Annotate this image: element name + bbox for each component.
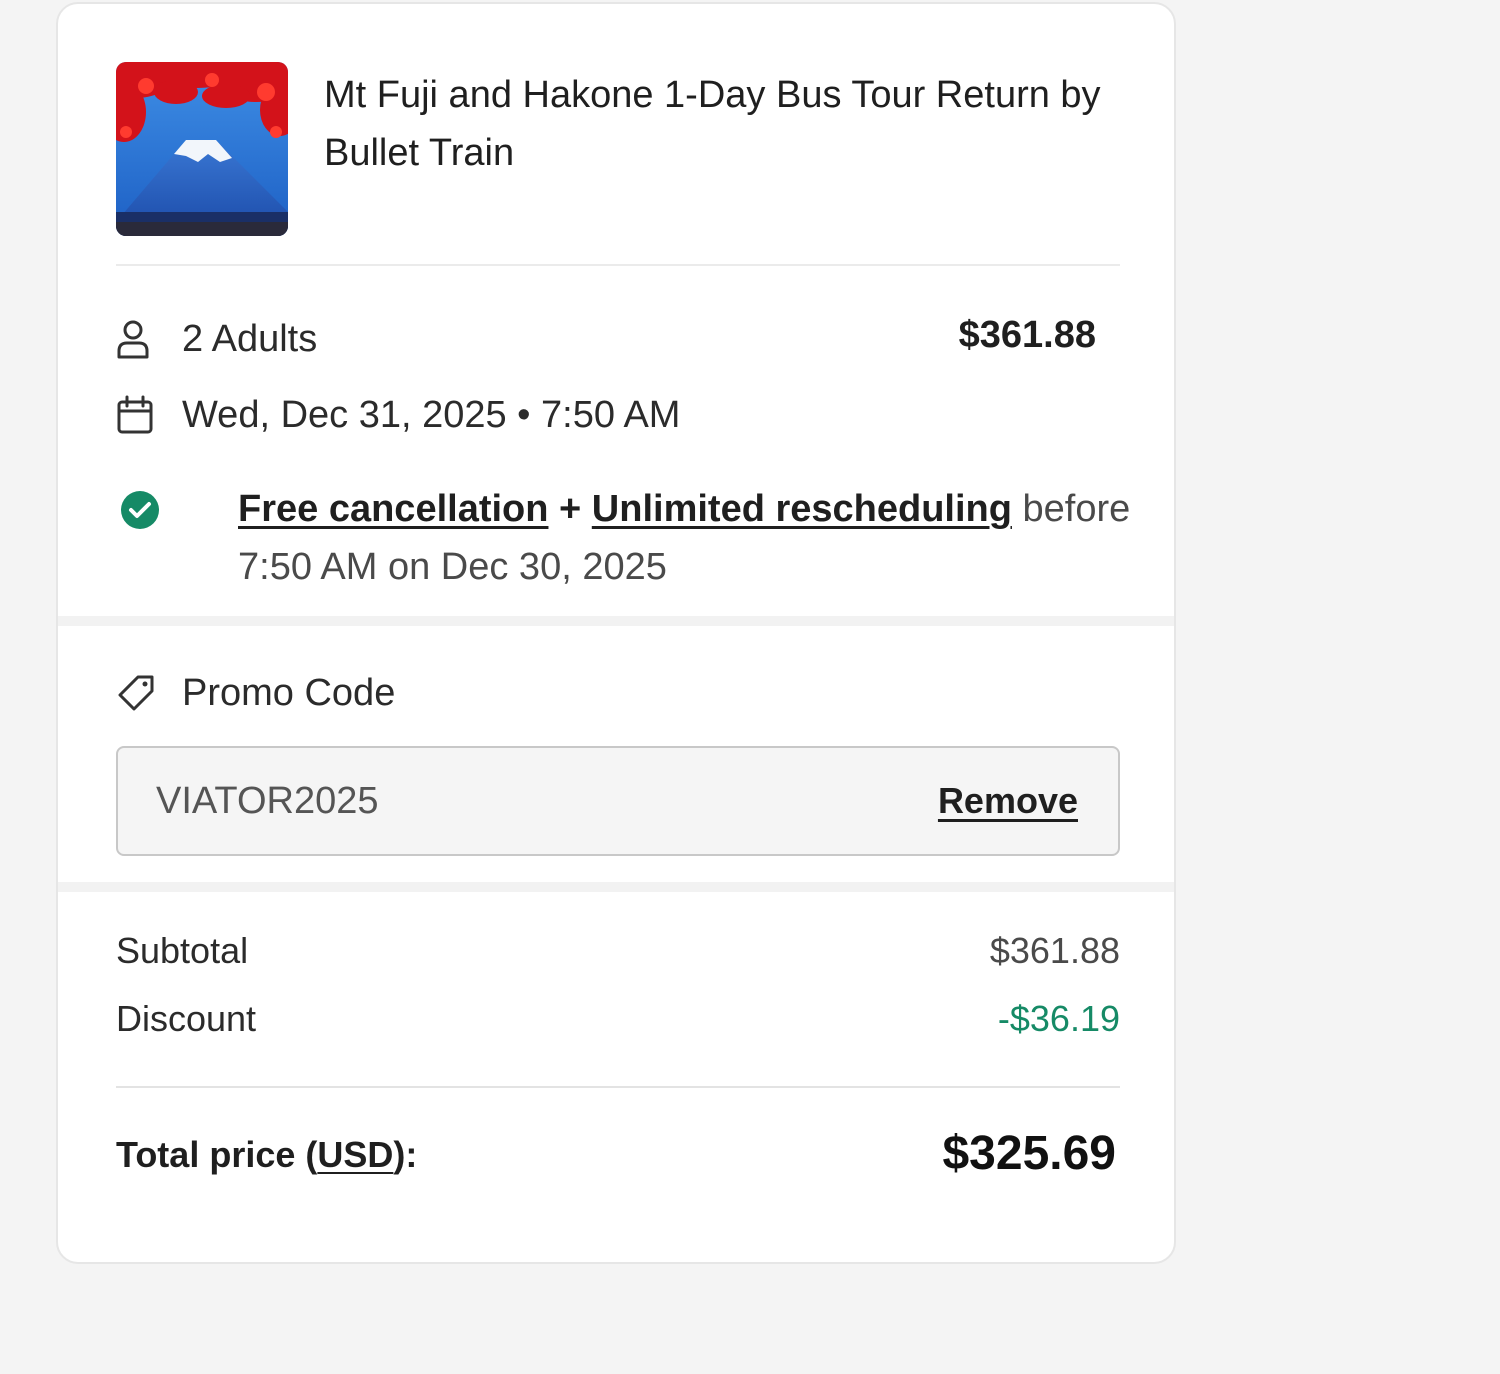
mount-fuji-photo-icon: [116, 62, 288, 236]
subtotal-row: Subtotal $361.88: [116, 926, 1120, 976]
remove-promo-button[interactable]: Remove: [938, 748, 1078, 854]
promo-code-header: Promo Code: [116, 668, 395, 718]
travelers-row: 2 Adults: [116, 314, 317, 364]
promo-code-field[interactable]: VIATOR2025 Remove: [116, 746, 1120, 856]
currency-link[interactable]: USD: [317, 1134, 393, 1175]
total-price-label: Total price (USD):: [116, 1128, 417, 1182]
discount-label: Discount: [116, 998, 257, 1039]
product-header: Mt Fuji and Hakone 1-Day Bus Tour Return…: [116, 62, 1120, 266]
check-circle-icon: [120, 490, 160, 535]
total-label-suffix: ):: [393, 1134, 418, 1175]
cancellation-text: Free cancellation + Unlimited rescheduli…: [238, 480, 1138, 596]
section-divider: [58, 616, 1174, 626]
product-title[interactable]: Mt Fuji and Hakone 1-Day Bus Tour Return…: [324, 66, 1114, 182]
total-divider: [116, 1086, 1120, 1088]
product-thumbnail[interactable]: [116, 62, 288, 236]
promo-code-label: Promo Code: [182, 671, 396, 714]
subtotal-value: $361.88: [989, 930, 1120, 971]
travelers-count: 2 Adults: [182, 317, 318, 360]
total-price-value: $325.69: [942, 1127, 1116, 1180]
travelers-price: $361.88: [958, 314, 1096, 356]
discount-value: -$36.19: [997, 998, 1120, 1039]
calendar-icon: [116, 393, 160, 437]
date-row: Wed, Dec 31, 2025 • 7:50 AM: [116, 390, 680, 440]
total-label-prefix: Total price (: [116, 1134, 318, 1175]
promo-code-value: VIATOR2025: [156, 780, 379, 822]
subtotal-label: Subtotal: [116, 930, 249, 971]
free-cancellation-link[interactable]: Free cancellation: [238, 488, 548, 530]
plus-separator: +: [559, 488, 582, 530]
date-time: Wed, Dec 31, 2025 • 7:50 AM: [182, 393, 681, 436]
section-divider: [58, 882, 1174, 892]
discount-row: Discount -$36.19: [116, 994, 1120, 1044]
order-summary-card: Mt Fuji and Hakone 1-Day Bus Tour Return…: [56, 2, 1176, 1264]
person-icon: [116, 317, 160, 361]
unlimited-rescheduling-link[interactable]: Unlimited rescheduling: [592, 488, 1012, 530]
tag-icon: [116, 671, 160, 715]
